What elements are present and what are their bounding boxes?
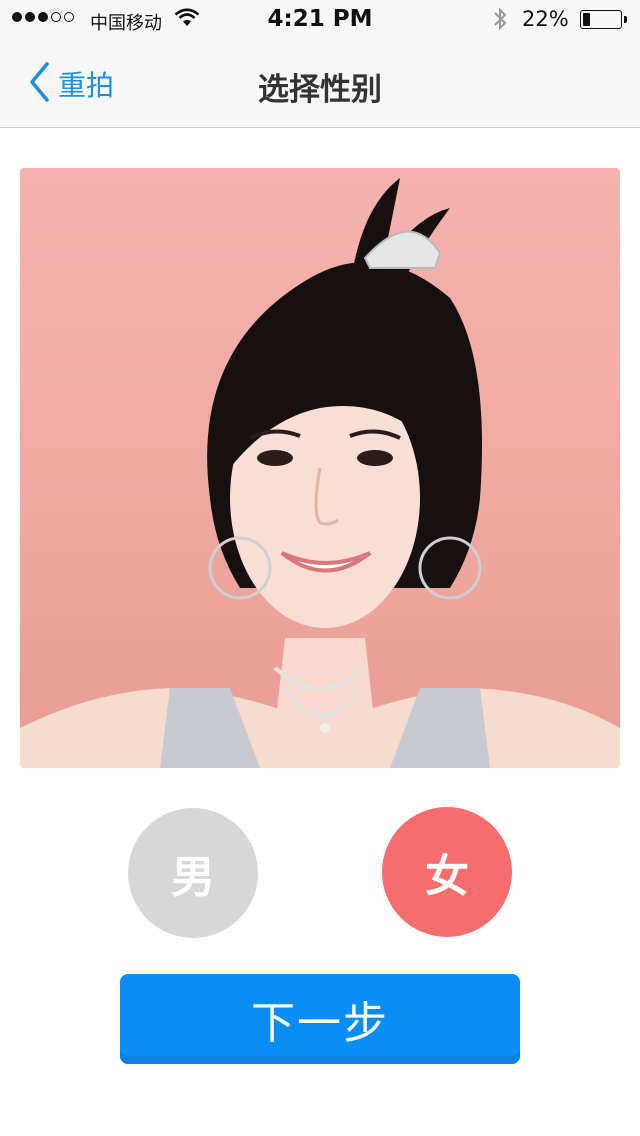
portrait-photo (20, 168, 620, 768)
battery-icon (580, 10, 627, 29)
status-bar: 中国移动 4:21 PM 22% (0, 0, 640, 40)
next-step-button[interactable]: 下一步 (120, 974, 520, 1064)
page-title: 选择性别 (258, 72, 382, 108)
bluetooth-icon (492, 7, 508, 36)
navigation-bar: 重拍 选择性别 (0, 40, 640, 128)
female-button[interactable]: 女 (382, 807, 512, 937)
male-button[interactable]: 男 (128, 808, 258, 938)
battery-percent: 22% (522, 7, 569, 31)
